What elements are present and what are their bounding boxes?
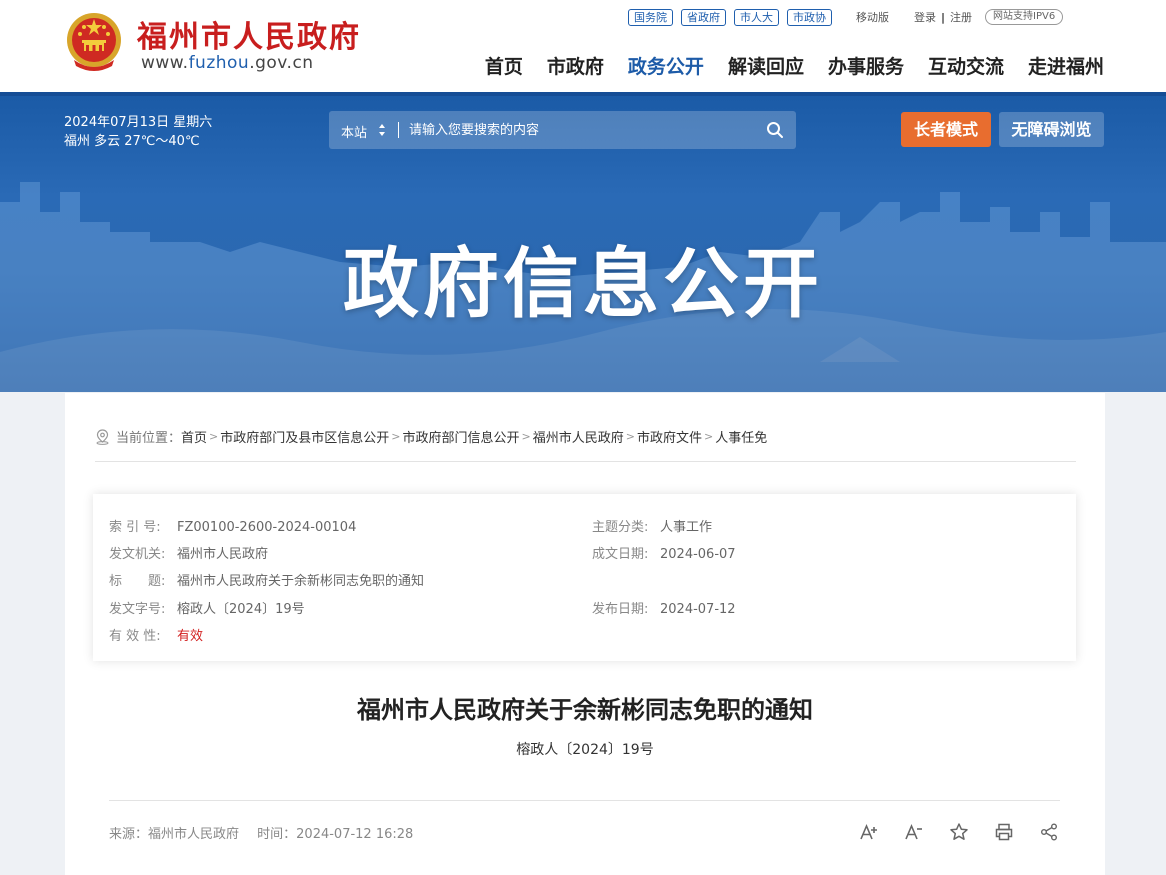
- breadcrumb-item-government[interactable]: 福州市人民政府: [533, 427, 624, 446]
- link-shizhengxie[interactable]: 市政协: [787, 8, 832, 26]
- nav-home[interactable]: 首页: [485, 52, 523, 79]
- meta-published: 发布日期: 2024-07-12: [592, 598, 736, 617]
- meta-issuer: 发文机关: 福州市人民政府: [109, 543, 268, 562]
- meta-created-label: 成文日期:: [592, 547, 649, 562]
- meta-title: 标 题: 福州市人民政府关于余新彬同志免职的通知: [109, 570, 424, 589]
- meta-docno-label: 发文字号:: [109, 602, 166, 617]
- meta-topic-value: 人事工作: [660, 520, 713, 535]
- meta-index-label: 索 引 号:: [109, 520, 161, 535]
- breadcrumb-separator: >: [703, 430, 714, 443]
- breadcrumb-item-departments-counties[interactable]: 市政府部门及县市区信息公开: [220, 427, 389, 446]
- ipv6-badge: 网站支持IPV6: [985, 9, 1064, 25]
- top-links: 国务院 省政府 市人大 市政协 移动版 登录 | 注册 网站支持IPV6: [628, 8, 1064, 26]
- meta-issuer-value: 福州市人民政府: [177, 547, 269, 562]
- document-tools: [859, 822, 1059, 842]
- breadcrumb-item-personnel[interactable]: 人事任免: [715, 427, 767, 446]
- login-link[interactable]: 登录: [914, 9, 936, 25]
- search-input[interactable]: [409, 119, 749, 141]
- breadcrumb-label: 当前位置：: [116, 431, 182, 446]
- content-card: 当前位置： 首页 > 市政府部门及县市区信息公开 > 市政府部门信息公开 > 福…: [65, 393, 1105, 875]
- meta-index: 索 引 号: FZ00100-2600-2024-00104: [109, 516, 356, 535]
- site-header: 福州市人民政府 www.fuzhou.gov.cn 国务院 省政府 市人大 市政…: [0, 0, 1166, 92]
- meta-title-value: 福州市人民政府关于余新彬同志免职的通知: [177, 574, 425, 589]
- meta-docno-value: 榕政人〔2024〕19号: [177, 602, 305, 617]
- nav-interaction[interactable]: 互动交流: [928, 52, 1004, 79]
- meta-published-value: 2024-07-12: [660, 602, 736, 617]
- meta-topic: 主题分类: 人事工作: [592, 516, 712, 535]
- breadcrumb-separator: >: [209, 430, 219, 443]
- search-scope-select[interactable]: 本站: [341, 122, 367, 141]
- breadcrumb-item-departments[interactable]: 市政府部门信息公开: [402, 427, 519, 446]
- meta-topic-label: 主题分类:: [592, 520, 649, 535]
- nav-government-affairs[interactable]: 政务公开: [628, 52, 704, 79]
- meta-created-value: 2024-06-07: [660, 547, 736, 562]
- nav-about-fuzhou[interactable]: 走进福州: [1028, 52, 1104, 79]
- date-weather: 2024年07月13日 星期六 福州 多云 27℃～40℃: [64, 113, 212, 151]
- favorite-star-icon[interactable]: [949, 822, 969, 842]
- link-guowuyuan[interactable]: 国务院: [628, 8, 673, 26]
- nav-services[interactable]: 办事服务: [828, 52, 904, 79]
- search-bar: 本站: [329, 111, 796, 149]
- site-name[interactable]: 福州市人民政府: [137, 12, 361, 56]
- current-weather: 福州 多云 27℃～40℃: [64, 134, 200, 149]
- breadcrumb-item-home[interactable]: 首页: [181, 427, 207, 446]
- breadcrumb-item-documents[interactable]: 市政府文件: [637, 427, 702, 446]
- document-source: 来源：福州市人民政府: [109, 827, 240, 842]
- breadcrumb-separator: >: [625, 430, 635, 443]
- nav-interpretation[interactable]: 解读回应: [728, 52, 804, 79]
- elder-mode-button[interactable]: 长者模式: [901, 112, 991, 147]
- document-number: 榕政人〔2024〕19号: [516, 742, 654, 758]
- meta-index-value: FZ00100-2600-2024-00104: [177, 520, 357, 535]
- link-shirenda[interactable]: 市人大: [734, 8, 779, 26]
- site-domain[interactable]: www.fuzhou.gov.cn: [141, 53, 314, 73]
- domain-prefix: www.: [141, 53, 189, 73]
- document-title: 福州市人民政府关于余新彬同志免职的通知: [357, 696, 813, 724]
- current-date: 2024年07月13日 星期六: [64, 115, 213, 130]
- link-shengzhengfu[interactable]: 省政府: [681, 8, 726, 26]
- meta-docno: 发文字号: 榕政人〔2024〕19号: [109, 598, 305, 617]
- font-increase-icon[interactable]: [859, 822, 879, 842]
- banner-title: 政府信息公开: [343, 239, 823, 328]
- breadcrumb: 当前位置： 首页 > 市政府部门及县市区信息公开 > 市政府部门信息公开 > 福…: [95, 427, 767, 446]
- accessible-browse-button[interactable]: 无障碍浏览: [999, 112, 1104, 147]
- meta-title-label: 标 题:: [109, 574, 166, 589]
- register-link[interactable]: 注册: [950, 9, 972, 25]
- login-separator: |: [941, 10, 946, 24]
- meta-validity-value: 有效: [177, 629, 204, 644]
- document-divider: [109, 800, 1060, 801]
- font-decrease-icon[interactable]: [904, 822, 924, 842]
- meta-validity: 有 效 性: 有效: [109, 625, 203, 644]
- national-emblem-icon[interactable]: [64, 10, 124, 74]
- document-source-time: 来源：福州市人民政府 时间：2024-07-12 16:28: [109, 823, 419, 842]
- location-icon: [96, 428, 109, 445]
- scope-toggle-icon[interactable]: [377, 122, 387, 138]
- main-nav: 首页 市政府 政务公开 解读回应 办事服务 互动交流 走进福州: [461, 52, 1104, 79]
- search-icon[interactable]: [766, 121, 784, 139]
- meta-issuer-label: 发文机关:: [109, 547, 166, 562]
- search-divider: [398, 122, 399, 138]
- nav-city-government[interactable]: 市政府: [547, 52, 604, 79]
- share-icon[interactable]: [1039, 822, 1059, 842]
- meta-created: 成文日期: 2024-06-07: [592, 543, 736, 562]
- breadcrumb-divider: [95, 461, 1076, 462]
- breadcrumb-separator: >: [521, 430, 531, 443]
- breadcrumb-separator: >: [391, 430, 401, 443]
- document-time: 时间：2024-07-12 16:28: [257, 827, 414, 842]
- mobile-version-link[interactable]: 移动版: [856, 9, 889, 25]
- banner: 2024年07月13日 星期六 福州 多云 27℃～40℃ 本站 长者模式 无障…: [0, 92, 1166, 392]
- meta-validity-label: 有 效 性:: [109, 629, 161, 644]
- domain-suffix: .gov.cn: [249, 53, 314, 73]
- print-icon[interactable]: [994, 822, 1014, 842]
- document-meta-box: 索 引 号: FZ00100-2600-2024-00104 主题分类: 人事工作 …: [93, 494, 1076, 661]
- domain-main: fuzhou: [188, 53, 250, 73]
- meta-published-label: 发布日期:: [592, 602, 649, 617]
